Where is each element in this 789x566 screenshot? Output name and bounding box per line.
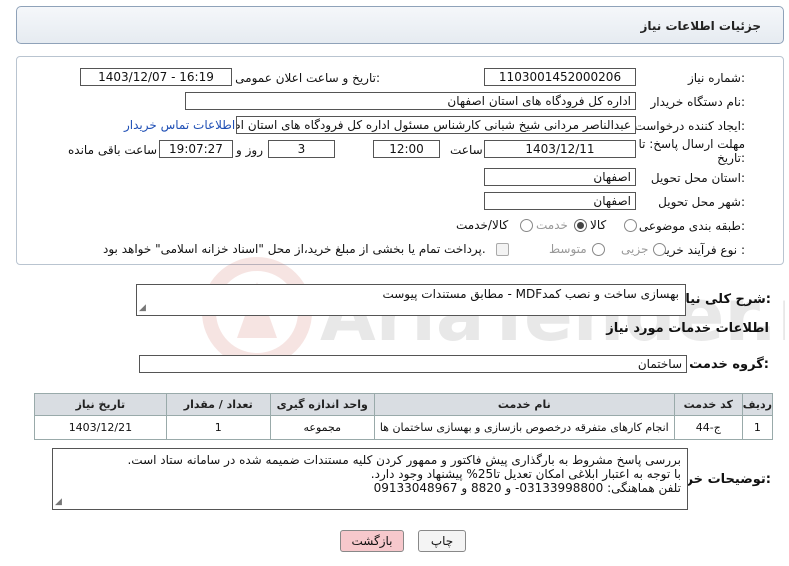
cell-service-code: ج-44 [673, 415, 743, 440]
cell-quantity: 1 [165, 415, 271, 440]
services-table: ردیف کد خدمت نام خدمت واحد اندازه گیری ت… [34, 393, 774, 440]
buyer-notes-box[interactable]: بررسی پاسخ مشروط به بارگذاری پیش فاکتور … [52, 448, 688, 510]
col-service-code: کد خدمت [673, 393, 743, 416]
buyer-contact-link[interactable]: اطلاعات تماس خریدار [124, 118, 235, 132]
category-radio-service[interactable] [574, 219, 587, 232]
category-option-goods: کالا [590, 218, 607, 232]
remaining-label: ساعت باقی مانده [68, 143, 158, 157]
summary-text: بهسازی ساخت و نصب کمدMDF - مطابق مستندات… [382, 287, 679, 301]
summary-label: شرح کلی نیاز: [677, 292, 771, 307]
category-option-service: خدمت [536, 218, 568, 232]
process-label: نوع فرآیند خرید : [660, 243, 745, 257]
back-button[interactable]: بازگشت [340, 530, 404, 552]
category-option-goods-service: کالا/خدمت [456, 218, 509, 232]
radio-selected-dot [577, 222, 584, 229]
service-group-label: گروه خدمت: [689, 357, 769, 372]
requester-label: ایجاد کننده درخواست: [634, 119, 745, 133]
need-number-field[interactable]: 1103001452000206 [484, 68, 636, 86]
table-row[interactable]: 1 ج-44 انجام کارهای متفرقه درخصوص بازساز… [34, 415, 774, 440]
cell-need-date: 1403/12/21 [34, 415, 167, 440]
resize-grip-icon[interactable]: ◢ [55, 495, 62, 509]
requester-field[interactable]: عبدالناصر مردانی شیخ شبانی کارشناس مسئول… [236, 116, 636, 134]
province-label: استان محل تحویل: [650, 171, 745, 185]
deadline-date-field[interactable]: 1403/12/11 [484, 140, 636, 158]
col-service-name: نام خدمت [373, 393, 675, 416]
services-title: اطلاعات خدمات مورد نیاز [606, 321, 769, 336]
col-row: ردیف [741, 393, 774, 416]
cell-service-name: انجام کارهای متفرقه درخصوص بازسازی و بهس… [373, 415, 675, 440]
cell-unit: مجموعه [269, 415, 375, 440]
resize-grip-icon[interactable]: ◢ [139, 301, 146, 315]
deadline-time-label: ساعت [450, 143, 483, 157]
table-header-row: ردیف کد خدمت نام خدمت واحد اندازه گیری ت… [34, 393, 774, 416]
col-quantity: تعداد / مقدار [165, 393, 271, 416]
col-unit: واحد اندازه گیری [269, 393, 375, 416]
cell-row: 1 [741, 415, 774, 440]
buyer-notes-line: بررسی پاسخ مشروط به بارگذاری پیش فاکتور … [127, 453, 681, 467]
panel-header: جزئیات اطلاعات نیاز [16, 6, 784, 44]
remaining-time-field[interactable]: 19:07:27 [159, 140, 233, 158]
treasury-payment-checkbox[interactable] [496, 243, 509, 256]
service-group-field[interactable]: ساختمان [139, 355, 687, 373]
city-label: شهر محل تحویل: [658, 195, 745, 209]
announce-field[interactable]: 1403/12/07 - 16:19 [80, 68, 232, 86]
category-radio-goods-service[interactable] [520, 219, 533, 232]
buyer-org-label: نام دستگاه خریدار: [650, 95, 746, 109]
buyer-notes-line: با توجه به اعتبار ابلاغی امکان تعدیل تا2… [370, 467, 681, 481]
category-label: طبقه بندی موضوعی: [638, 219, 745, 233]
deadline-time-field[interactable]: 12:00 [373, 140, 440, 158]
process-radio-medium[interactable] [592, 243, 605, 256]
buyer-notes-line: تلفن هماهنگی: 03133998800- و 8820 و 0913… [373, 481, 681, 495]
process-radio-minor[interactable] [653, 243, 666, 256]
days-field[interactable]: 3 [268, 140, 335, 158]
category-radio-goods[interactable] [624, 219, 637, 232]
print-button[interactable]: چاپ [418, 530, 466, 552]
days-label: روز و [236, 143, 263, 157]
province-field[interactable]: اصفهان [484, 168, 636, 186]
announce-label: تاریخ و ساعت اعلان عمومی: [235, 71, 380, 85]
city-field[interactable]: اصفهان [484, 192, 636, 210]
need-number-label: شماره نیاز: [687, 71, 745, 85]
page-title: جزئیات اطلاعات نیاز [640, 19, 761, 33]
summary-box[interactable]: بهسازی ساخت و نصب کمدMDF - مطابق مستندات… [136, 284, 686, 316]
col-need-date: تاریخ نیاز [34, 393, 167, 416]
process-option-medium: متوسط [549, 242, 587, 256]
deadline-label: مهلت ارسال پاسخ: تا تاریخ: [638, 137, 745, 165]
buyer-org-field[interactable]: اداره کل فرودگاه های استان اصفهان [185, 92, 636, 110]
treasury-payment-note: پرداخت تمام یا بخشی از مبلغ خرید،از محل … [103, 242, 486, 256]
process-option-minor: جزیی [621, 242, 649, 256]
